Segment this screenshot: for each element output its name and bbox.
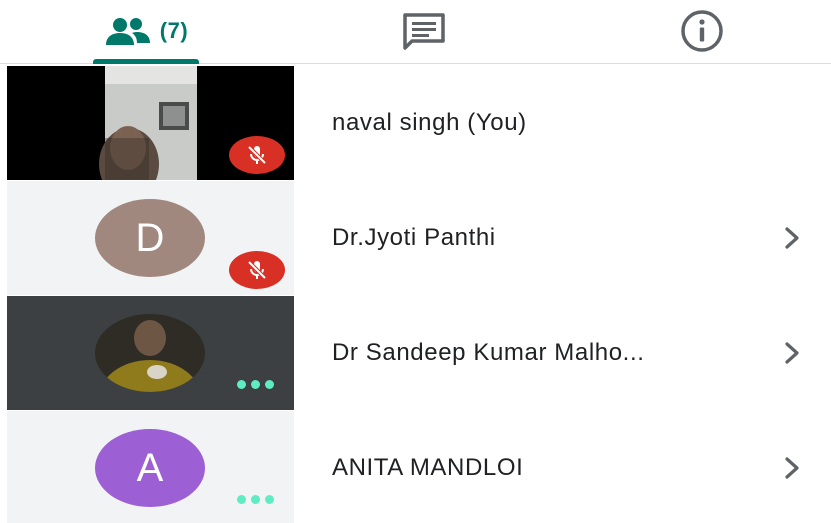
participant-photo <box>95 314 205 392</box>
more-options-indicator <box>237 380 274 389</box>
people-icon <box>105 18 150 45</box>
chevron-right-icon[interactable] <box>780 337 806 369</box>
participant-count: (7) <box>159 18 189 43</box>
active-tab-indicator <box>93 59 199 64</box>
tab-info[interactable] <box>648 0 756 62</box>
participant-row-self[interactable]: naval singh (You) <box>0 66 831 180</box>
mic-muted-badge <box>229 136 285 174</box>
participant-video-tile: D <box>7 181 294 295</box>
chevron-right-icon[interactable] <box>780 222 806 254</box>
participant-video-tile: A <box>7 411 294 523</box>
chevron-right-icon[interactable] <box>780 452 806 484</box>
participant-name: Dr.Jyoti Panthi <box>332 224 496 251</box>
participant-name: ANITA MANDLOI <box>332 454 524 481</box>
mic-off-icon <box>247 145 267 165</box>
chat-message-icon <box>403 13 445 50</box>
mic-off-icon <box>247 260 267 280</box>
tab-people[interactable]: (7) <box>92 0 200 62</box>
participant-row-jyoti-panthi[interactable]: D Dr.Jyoti Panthi <box>0 181 831 295</box>
more-options-indicator <box>237 495 274 504</box>
avatar-letter: A <box>136 445 164 490</box>
participant-row-sandeep-kumar[interactable]: Dr Sandeep Kumar Malho... <box>0 296 831 410</box>
participant-video-tile <box>7 296 294 410</box>
avatar: A <box>95 429 205 507</box>
participant-video-tile <box>7 66 294 180</box>
participant-row-anita-mandloi[interactable]: A ANITA MANDLOI <box>0 411 831 523</box>
avatar: D <box>95 199 205 277</box>
info-icon <box>681 10 723 52</box>
participants-tab-bar: (7) <box>0 0 831 64</box>
mic-muted-badge <box>229 251 285 289</box>
avatar-letter: D <box>135 215 165 260</box>
participant-name: Dr Sandeep Kumar Malho... <box>332 339 645 366</box>
participant-name: naval singh (You) <box>332 109 527 136</box>
tab-chat[interactable] <box>370 0 478 62</box>
